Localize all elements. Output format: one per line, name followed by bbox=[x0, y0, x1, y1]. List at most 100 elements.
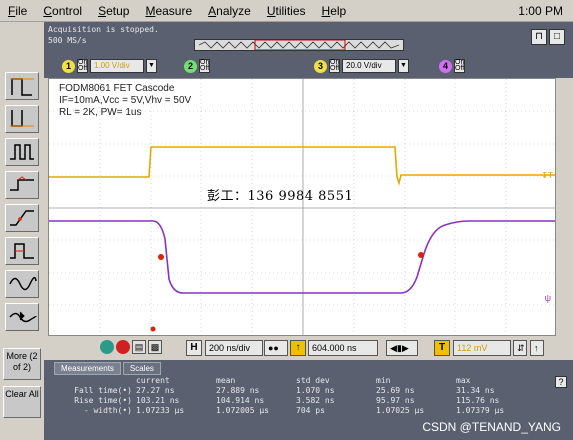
channel-1-trace bbox=[49, 146, 555, 186]
waveform-display[interactable]: FODM8061 FET Cascode IF=10mA,Vcc = 5V,Vh… bbox=[48, 78, 556, 336]
value-min: 95.97 ns bbox=[376, 396, 415, 405]
rise-marker-icon bbox=[418, 252, 424, 258]
menu-utilities[interactable]: Utilities bbox=[259, 0, 314, 22]
channel-strip: 1 On Off 1.00 V/div ▼ 2 On Off 3 On Off 20.… bbox=[44, 54, 573, 78]
measure-overshoot-button[interactable] bbox=[5, 171, 39, 199]
measurement-tabs: Measurements Scales bbox=[54, 362, 161, 375]
menu-help[interactable]: Help bbox=[314, 0, 355, 22]
acquisition-status: Acquisition is stopped. bbox=[48, 25, 159, 34]
channel-3-trace bbox=[49, 220, 555, 294]
value-min: 25.69 ns bbox=[376, 386, 415, 395]
channel-3-badge[interactable]: 3 bbox=[314, 59, 327, 73]
measure-pulse-top-button[interactable] bbox=[5, 72, 39, 100]
measurement-label: Rise time(•) bbox=[74, 396, 132, 405]
value-max: 1.07379 µs bbox=[456, 406, 505, 415]
waveform-annotation: FODM8061 FET Cascode IF=10mA,Vcc = 5V,Vh… bbox=[59, 83, 191, 119]
channel-3: 3 On Off 20.0 V/div ▼ bbox=[314, 57, 409, 75]
menu-measure[interactable]: Measure bbox=[137, 0, 200, 22]
value-current: 103.21 ns bbox=[136, 396, 180, 405]
menu-control[interactable]: Control bbox=[35, 0, 90, 22]
watermark-contact: 彭工：136 9984 8551 bbox=[207, 189, 354, 204]
annotation-line-3: RL = 2K, PW= 1us bbox=[59, 107, 142, 118]
measure-pulse-base-button[interactable] bbox=[5, 105, 39, 133]
tab-measurements[interactable]: Measurements bbox=[54, 362, 121, 375]
more-button[interactable]: More (2 of 2) bbox=[3, 348, 41, 380]
period-icon bbox=[10, 144, 34, 160]
clear-all-button[interactable]: Clear All bbox=[3, 386, 41, 418]
color-grade-icon[interactable] bbox=[100, 340, 114, 354]
trigger-mode-group: ⊓ □ bbox=[531, 29, 565, 45]
timebase-scale-field[interactable]: 200 ns/div bbox=[205, 340, 263, 356]
pulse-base-icon bbox=[10, 110, 34, 127]
delay-field[interactable]: 604.000 ns bbox=[308, 340, 378, 356]
risetime-icon bbox=[10, 210, 34, 226]
timebase-adjust-icon[interactable]: ●● bbox=[264, 340, 288, 356]
measure-period-button[interactable] bbox=[5, 138, 39, 166]
tab-scales[interactable]: Scales bbox=[122, 362, 161, 375]
channel-1-onoff[interactable]: On Off bbox=[77, 59, 88, 73]
fall-marker-icon bbox=[158, 254, 164, 260]
measurements-panel: Measurements Scales ? current mean std d… bbox=[44, 360, 573, 440]
channel-1-scale[interactable]: 1.00 V/div bbox=[90, 59, 144, 73]
record-icon[interactable] bbox=[116, 340, 130, 354]
header-current: current bbox=[136, 376, 170, 385]
trigger-level-stepper[interactable]: ⇵ bbox=[513, 340, 527, 356]
channel-3-dropdown-icon[interactable]: ▼ bbox=[398, 59, 409, 73]
channel-4-onoff[interactable]: On Off bbox=[454, 59, 465, 73]
value-mean: 27.889 ns bbox=[216, 386, 260, 395]
channel-2: 2 On Off bbox=[184, 57, 210, 75]
channel-1-badge[interactable]: 1 bbox=[62, 59, 75, 73]
table-row[interactable]: Rise time(•) 103.21 ns 104.914 ns 3.582 … bbox=[56, 396, 566, 406]
menu-analyze[interactable]: Analyze bbox=[200, 0, 259, 22]
value-mean: 1.072005 µs bbox=[216, 406, 269, 415]
acquisition-status-bar: Acquisition is stopped. 500 MS/s ⊓ □ bbox=[44, 22, 573, 54]
header-stddev: std dev bbox=[296, 376, 330, 385]
measure-risetime-button[interactable] bbox=[5, 204, 39, 232]
value-stddev: 3.582 ns bbox=[296, 396, 335, 405]
clock: 1:00 PM bbox=[518, 4, 563, 18]
trace-3-level-marker-icon[interactable]: ψ bbox=[545, 293, 551, 303]
annotation-line-1: FODM8061 FET Cascode bbox=[59, 83, 175, 94]
channel-3-scale[interactable]: 20.0 V/div bbox=[342, 59, 396, 73]
trigger-point-marker-icon bbox=[150, 326, 156, 332]
measure-frequency-button[interactable] bbox=[5, 270, 39, 298]
measure-amplitude-button[interactable] bbox=[5, 303, 39, 331]
memory-bar[interactable] bbox=[194, 39, 404, 51]
measurement-table: current mean std dev min max Fall time(•… bbox=[56, 376, 566, 416]
header-min: min bbox=[376, 376, 391, 385]
memory-waveform-icon bbox=[198, 39, 400, 51]
table-row[interactable]: - width(•) 1.07233 µs 1.072005 µs 704 ps… bbox=[56, 406, 566, 416]
menu-setup[interactable]: Setup bbox=[90, 0, 137, 22]
measure-width-button[interactable] bbox=[5, 237, 39, 265]
channel-4-badge[interactable]: 4 bbox=[439, 59, 452, 73]
trace-1-level-marker-icon[interactable]: ↧T bbox=[541, 171, 553, 180]
trigger-slope-icon[interactable]: ↑ bbox=[530, 340, 544, 356]
delay-marker-icon: ↑ bbox=[290, 340, 306, 356]
csdn-watermark: CSDN @TENAND_YANG bbox=[422, 420, 561, 434]
channel-1: 1 On Off 1.00 V/div ▼ bbox=[62, 57, 157, 75]
channel-2-badge[interactable]: 2 bbox=[184, 59, 197, 73]
table-row[interactable]: Fall time(•) 27.27 ns 27.889 ns 1.070 ns… bbox=[56, 386, 566, 396]
timebase-control-bar: ▤ ▩ H 200 ns/div ●● ↑ 604.000 ns ◀▮▶ T 1… bbox=[48, 336, 573, 360]
horizontal-label: H bbox=[186, 340, 202, 356]
channel-2-onoff[interactable]: On Off bbox=[199, 59, 210, 73]
run-stop-icon[interactable]: □ bbox=[549, 29, 565, 45]
printer-icon[interactable]: ▩ bbox=[148, 340, 162, 354]
delay-step-buttons[interactable]: ◀▮▶ bbox=[386, 340, 418, 356]
header-mean: mean bbox=[216, 376, 236, 385]
channel-3-onoff[interactable]: On Off bbox=[329, 59, 340, 73]
print-icon[interactable]: ▤ bbox=[132, 340, 146, 354]
value-max: 31.34 ns bbox=[456, 386, 495, 395]
value-current: 1.07233 µs bbox=[136, 406, 185, 415]
channel-1-dropdown-icon[interactable]: ▼ bbox=[146, 59, 157, 73]
value-mean: 104.914 ns bbox=[216, 396, 265, 405]
amplitude-icon bbox=[9, 311, 37, 323]
menu-file[interactable]: File bbox=[0, 0, 35, 22]
trigger-label: T bbox=[434, 340, 450, 356]
measurement-header-row: current mean std dev min max bbox=[56, 376, 566, 386]
sine-wave-icon bbox=[9, 276, 37, 291]
single-trigger-icon[interactable]: ⊓ bbox=[531, 29, 547, 45]
overshoot-icon bbox=[10, 176, 34, 191]
trigger-level-field[interactable]: 112 mV bbox=[453, 340, 511, 356]
measurement-label: - width(•) bbox=[83, 406, 132, 415]
